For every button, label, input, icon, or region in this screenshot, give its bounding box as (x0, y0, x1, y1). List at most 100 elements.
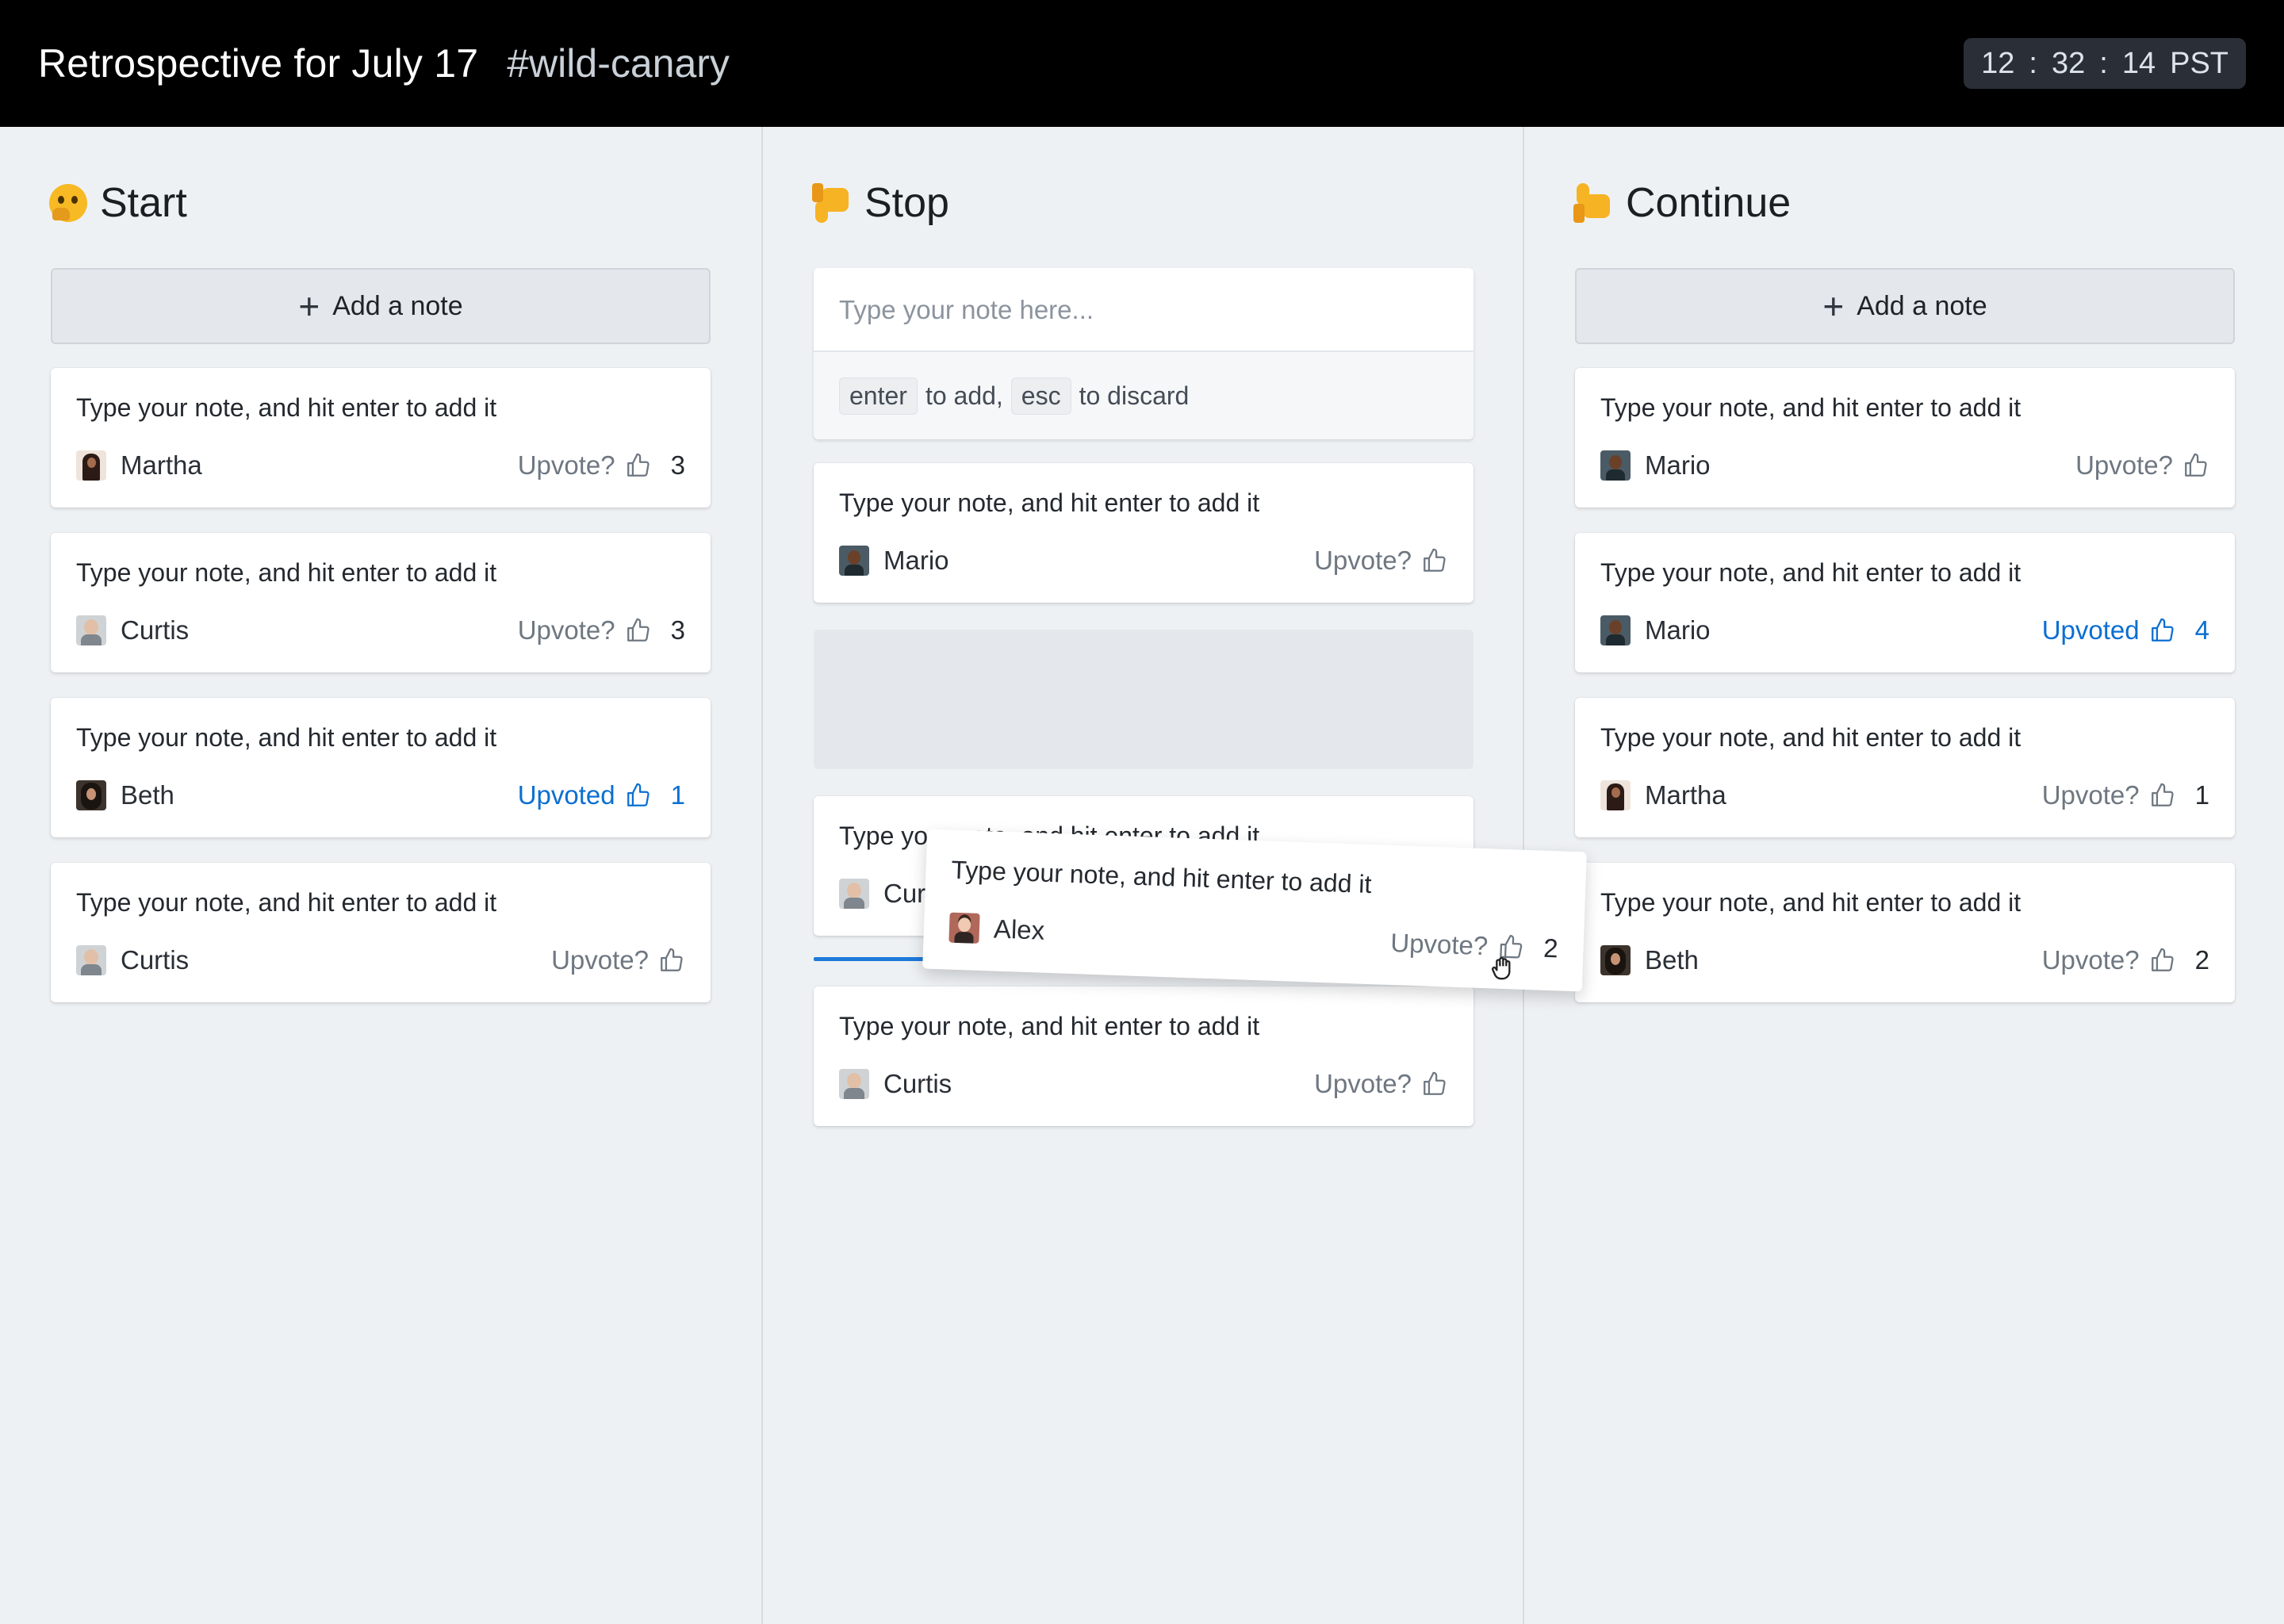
enter-key-badge: enter (839, 377, 918, 415)
note-author: Curtis (76, 945, 189, 975)
upvote-count: 1 (670, 780, 685, 810)
note-card[interactable]: Type your note, and hit enter to add it B… (51, 698, 711, 837)
upvote-label: Upvoted (2041, 615, 2140, 645)
thumbs-up-icon (2151, 783, 2174, 806)
add-note-button[interactable]: + Add a note (1575, 268, 2235, 344)
page-title: Retrospective for July 17 (38, 41, 479, 86)
column-continue: Continue + Add a note Type your note, an… (1523, 127, 2284, 1624)
note-input-hint: enter to add, esc to discard (814, 350, 1473, 439)
note-text: Type your note, and hit enter to add it (1600, 888, 2021, 917)
channel-name: #wild-canary (507, 41, 730, 86)
note-card[interactable]: Type your note, and hit enter to add it C… (51, 863, 711, 1002)
avatar (839, 879, 869, 909)
avatar (76, 615, 106, 645)
clock: 12 : 32 : 14 PST (1964, 38, 2246, 89)
upvote-count: 2 (1542, 933, 1559, 963)
grab-cursor-icon (1491, 956, 1511, 980)
upvote-button[interactable]: Upvote? (1314, 1069, 1448, 1099)
upvote-button[interactable]: Upvote? 3 (518, 450, 685, 481)
author-name: Curtis (883, 1069, 952, 1098)
clock-separator: : (2099, 46, 2108, 80)
hint-discard-text: to discard (1079, 381, 1190, 410)
top-bar: Retrospective for July 17 #wild-canary 1… (0, 0, 2284, 127)
note-text: Type your note, and hit enter to add it (839, 1012, 1260, 1040)
note-author: Curtis (76, 615, 189, 645)
upvote-label: Upvoted (517, 780, 615, 810)
clock-minutes: 32 (2051, 46, 2086, 80)
note-author: Martha (1600, 780, 1726, 810)
upvote-label: Upvote? (2041, 945, 2140, 975)
note-card[interactable]: Type your note, and hit enter to add it M… (814, 463, 1473, 603)
note-card[interactable]: Type your note, and hit enter to add it B… (1575, 863, 2235, 1002)
column-start: Start + Add a note Type your note, and h… (0, 127, 761, 1624)
upvote-button[interactable]: Upvote? 2 (1390, 928, 1558, 963)
upvote-count: 2 (2194, 945, 2209, 975)
author-name: Martha (121, 450, 202, 480)
upvote-button[interactable]: Upvote? (2075, 450, 2209, 481)
add-note-label: Add a note (332, 290, 463, 321)
upvote-label: Upvote? (1314, 1069, 1412, 1098)
note-card[interactable]: Type your note, and hit enter to add it C… (51, 533, 711, 672)
avatar (76, 450, 106, 481)
upvote-label: Upvote? (517, 615, 615, 645)
upvote-button[interactable]: Upvoted 1 (518, 780, 685, 810)
avatar (839, 546, 869, 576)
thumbs-up-icon (2151, 948, 2174, 971)
avatar (839, 1069, 869, 1099)
plus-icon: + (1822, 285, 1845, 327)
add-note-label: Add a note (1857, 290, 1987, 321)
author-name: Curtis (121, 945, 190, 975)
author-name: Mario (1645, 615, 1711, 645)
author-name: Mario (1645, 450, 1711, 480)
clock-zone: PST (2170, 46, 2228, 80)
note-text: Type your note, and hit enter to add it (839, 488, 1260, 517)
plus-icon: + (298, 285, 320, 327)
note-text: Type your note, and hit enter to add it (76, 888, 497, 917)
thumbs-up-icon (627, 783, 650, 806)
author-name: Mario (883, 546, 949, 575)
column-title: Start (100, 180, 187, 226)
upvote-label: Upvote? (1389, 928, 1489, 961)
note-text: Type your note, and hit enter to add it (76, 723, 497, 752)
note-text: Type your note, and hit enter to add it (76, 558, 497, 587)
thumbs-up-icon (1424, 1071, 1446, 1095)
note-card[interactable]: Type your note, and hit enter to add it M… (51, 368, 711, 508)
upvote-button[interactable]: Upvote? 1 (2042, 780, 2209, 810)
avatar (1600, 615, 1631, 645)
add-note-button[interactable]: + Add a note (51, 268, 711, 344)
author-name: Curtis (121, 615, 190, 645)
upvote-button[interactable]: Upvote? 2 (2042, 945, 2209, 975)
note-author: Mario (839, 546, 949, 576)
upvote-button[interactable]: Upvote? (551, 945, 685, 975)
note-card[interactable]: Type your note, and hit enter to add it M… (1575, 533, 2235, 672)
upvote-count: 3 (670, 450, 685, 480)
upvote-label: Upvote? (551, 945, 649, 975)
new-note-input[interactable]: Type your note here... enter to add, esc… (814, 268, 1473, 439)
column-title: Stop (864, 180, 949, 226)
note-author: Mario (1600, 615, 1711, 645)
thumbs-up-icon (627, 453, 650, 477)
thumbs-up-icon (1424, 548, 1446, 572)
upvote-button[interactable]: Upvote? (1314, 546, 1448, 576)
upvote-count: 3 (670, 615, 685, 645)
drop-placeholder (814, 630, 1473, 769)
thumbs-up-icon (2151, 618, 2174, 642)
column-heading: Stop (812, 179, 949, 227)
note-author: Mario (1600, 450, 1711, 481)
thumbs-down-icon (812, 183, 852, 223)
note-card[interactable]: Type your note, and hit enter to add it M… (1575, 368, 2235, 508)
note-card[interactable]: Type your note, and hit enter to add it M… (1575, 698, 2235, 837)
column-heading: Continue (1573, 179, 1791, 227)
column-title: Continue (1626, 180, 1792, 226)
note-input-placeholder[interactable]: Type your note here... (839, 295, 1094, 325)
upvote-button[interactable]: Upvoted 4 (2042, 615, 2209, 645)
clock-seconds: 14 (2121, 46, 2156, 80)
upvote-button[interactable]: Upvote? 3 (518, 615, 685, 645)
author-name: Alex (993, 914, 1045, 945)
clock-separator: : (2029, 46, 2037, 80)
note-text: Type your note, and hit enter to add it (76, 393, 497, 422)
thumbs-up-icon (627, 618, 650, 642)
upvote-label: Upvote? (1314, 546, 1412, 575)
note-card[interactable]: Type your note, and hit enter to add it C… (814, 986, 1473, 1126)
avatar (1600, 450, 1631, 481)
